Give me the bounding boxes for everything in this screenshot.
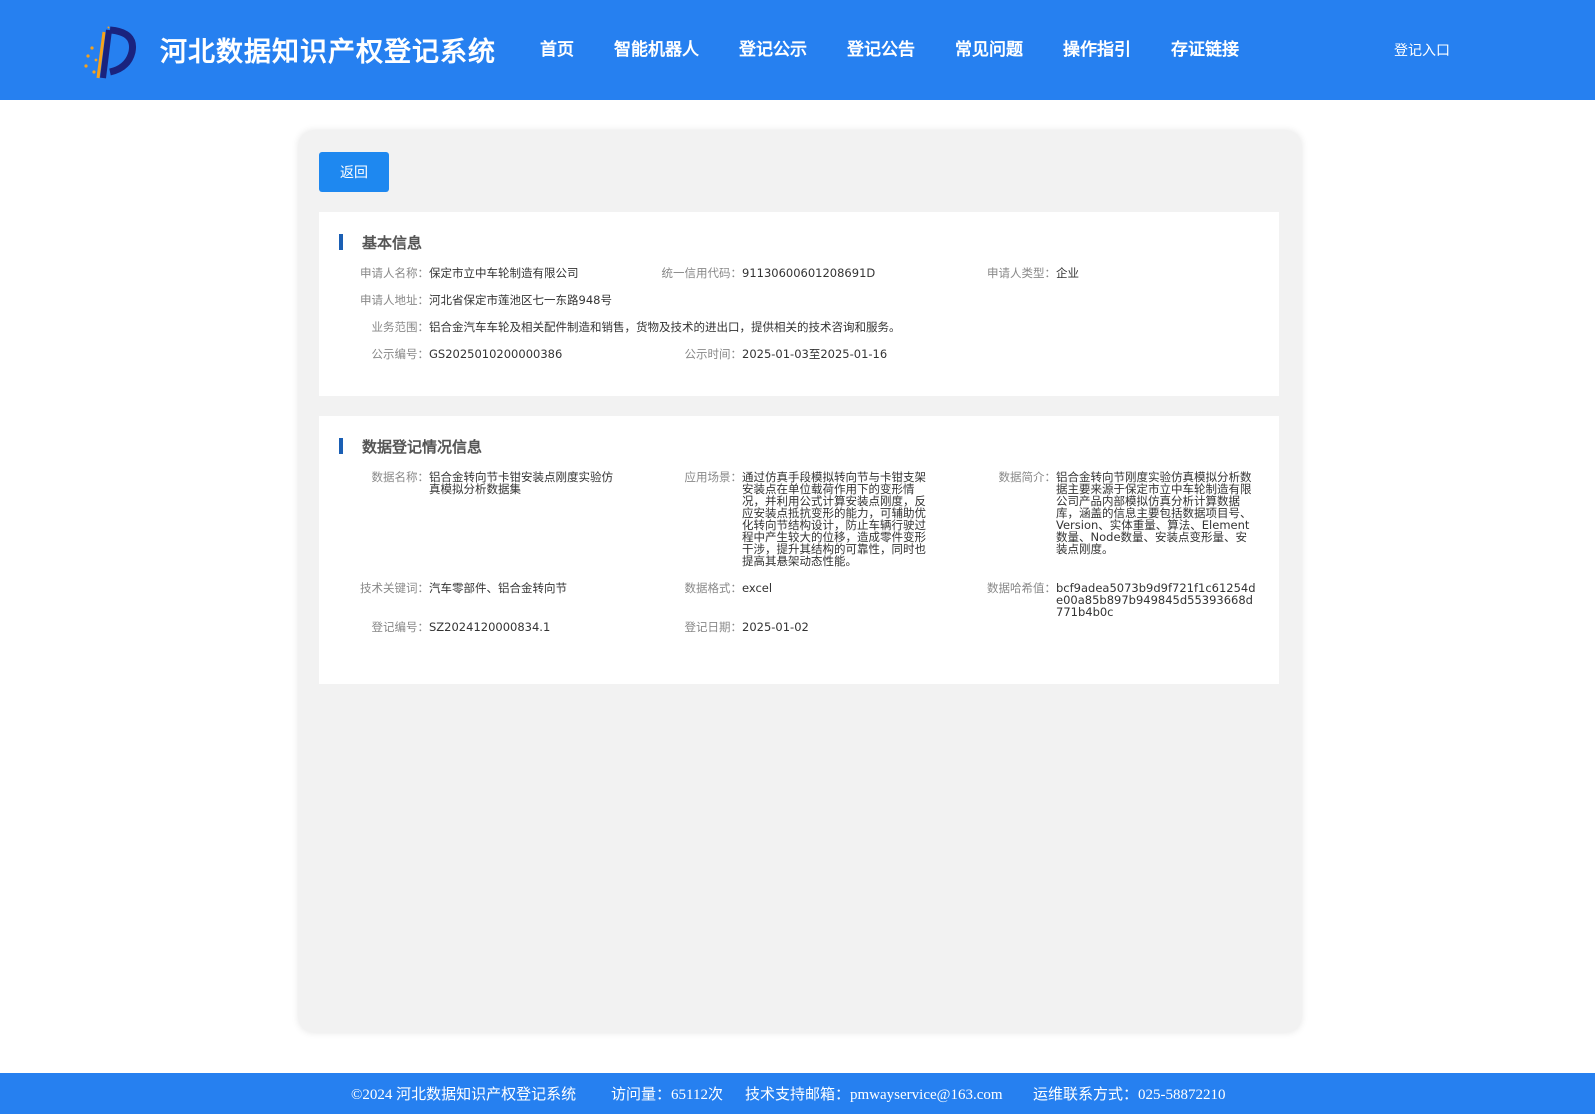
applicant-name-value: 保定市立中车轮制造有限公司 [429,266,579,280]
nav-announcement[interactable]: 登记公告 [847,35,915,60]
keywords-value: 汽车零部件、铝合金转向节 [429,581,567,595]
basic-info-card: 基本信息 申请人名称： 保定市立中车轮制造有限公司 统一信用代码： 911306… [319,212,1279,396]
site-logo-icon[interactable] [82,26,138,80]
page-footer: ©2024 河北数据知识产权登记系统 访问量：65112次 技术支持邮箱：pmw… [0,1073,1595,1114]
reg-date-value: 2025-01-02 [742,620,809,634]
intro-label: 数据简介： [998,470,1057,484]
login-entry-link[interactable]: 登记入口 [1394,40,1450,60]
back-button[interactable]: 返回 [319,152,389,192]
hash-value: bcf9adea5073b9d9f721f1c61254de00a85b897b… [1056,581,1256,619]
nav-faq[interactable]: 常见问题 [955,35,1023,60]
credit-code-label: 统一信用代码： [661,266,743,280]
scenario-label: 应用场景： [684,470,743,484]
applicant-type-value: 企业 [1056,266,1079,280]
intro-value: 铝合金转向节刚度实验仿真模拟分析数据主要来源于保定市立中车轮制造有限公司产品内部… [1056,470,1252,556]
notice-time-value: 2025-01-03至2025-01-16 [742,347,888,361]
nav-guide[interactable]: 操作指引 [1063,35,1131,60]
footer-visits: 访问量：65112次 [611,1087,723,1103]
data-name-value: 铝合金转向节卡钳安装点刚度实验仿真模拟分析数据集 [429,470,613,496]
keywords-label: 技术关键词： [360,581,429,595]
section-bar [339,234,343,250]
basic-info-title: 基本信息 [362,234,423,252]
notice-no-value: GS2025010200000386 [429,347,563,361]
detail-panel: 返回 基本信息 申请人名称： 保定市立中车轮制造有限公司 统一信用代码： 911… [299,131,1301,1032]
nav-publicity[interactable]: 登记公示 [739,35,807,60]
hash-label: 数据哈希值： [987,581,1056,595]
top-header: 河北数据知识产权登记系统 首页 智能机器人 登记公示 登记公告 常见问题 操作指… [0,0,1595,100]
scenario-value: 通过仿真手段模拟转向节与卡钳支架安装点在单位载荷作用下的变形情况，并利用公式计算… [742,470,926,568]
nav-evidence-link[interactable]: 存证链接 [1171,35,1239,60]
data-info-title: 数据登记情况信息 [362,438,483,456]
address-value: 河北省保定市莲池区七一东路948号 [429,293,612,307]
format-value: excel [742,581,773,595]
reg-date-label: 登记日期： [684,620,743,634]
format-label: 数据格式： [684,581,743,595]
nav-home[interactable]: 首页 [540,35,574,60]
data-name-label: 数据名称： [371,470,430,484]
address-label: 申请人地址： [360,293,429,307]
footer-copyright: ©2024 河北数据知识产权登记系统 [351,1087,577,1103]
footer-support-email: 技术支持邮箱：pmwayservice@163.com [745,1087,1003,1103]
section-bar [339,438,343,454]
site-title: 河北数据知识产权登记系统 [160,37,496,68]
applicant-name-label: 申请人名称： [360,266,429,280]
notice-time-label: 公示时间： [684,347,743,361]
notice-no-label: 公示编号： [371,347,430,361]
credit-code-value: 91130600601208691D [742,266,876,280]
nav-robot[interactable]: 智能机器人 [614,35,699,60]
data-registration-card: 数据登记情况信息 数据名称： 铝合金转向节卡钳安装点刚度实验仿真模拟分析数据集 … [319,416,1279,684]
reg-no-value: SZ2024120000834.1 [429,620,551,634]
reg-no-label: 登记编号： [371,620,430,634]
footer-contact: 运维联系方式：025-58872210 [1033,1087,1226,1103]
applicant-type-label: 申请人类型： [987,266,1056,280]
business-scope-label: 业务范围： [371,320,430,334]
business-scope-value: 铝合金汽车车轮及相关配件制造和销售，货物及技术的进出口，提供相关的技术咨询和服务… [429,320,901,334]
